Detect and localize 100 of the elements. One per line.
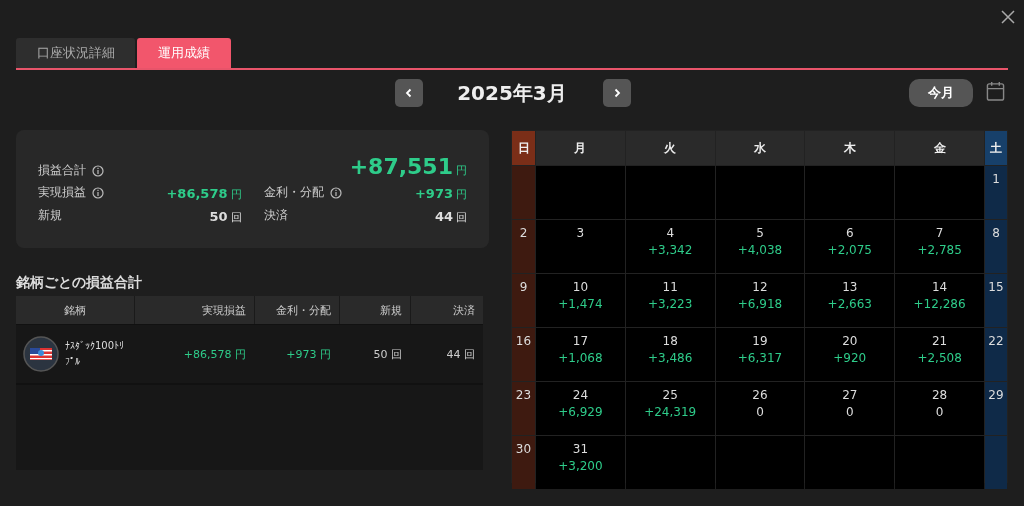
day-number: 3 bbox=[576, 226, 585, 240]
info-icon[interactable] bbox=[92, 186, 104, 199]
day-profit: 0 bbox=[756, 405, 764, 419]
unit: 回 bbox=[230, 211, 242, 224]
info-icon[interactable] bbox=[92, 164, 104, 177]
day-profit: +2,508 bbox=[917, 351, 962, 365]
calendar-cell[interactable]: 23 bbox=[512, 382, 535, 435]
calendar-icon[interactable] bbox=[986, 81, 1005, 102]
day-number: 16 bbox=[515, 334, 532, 348]
calendar-cell[interactable]: 25 +24,319 bbox=[625, 382, 715, 435]
calendar-cell[interactable]: 9 bbox=[512, 274, 535, 327]
day-number: 24 bbox=[572, 388, 589, 402]
day-number: 21 bbox=[931, 334, 948, 348]
chevron-right-icon bbox=[612, 88, 622, 98]
close-button[interactable] bbox=[1000, 9, 1016, 25]
calendar-cell[interactable]: 5 +4,038 bbox=[715, 220, 805, 273]
calendar-cell[interactable]: 12 +6,918 bbox=[715, 274, 805, 327]
calendar-cell[interactable]: 1 bbox=[985, 166, 1007, 219]
value: +973 bbox=[414, 186, 453, 201]
day-profit: +3,223 bbox=[648, 297, 693, 311]
calendar-cell[interactable]: 2 bbox=[512, 220, 535, 273]
day-profit: +920 bbox=[833, 351, 867, 365]
calendar-cell[interactable]: 4 +3,342 bbox=[625, 220, 715, 273]
day-profit: +2,663 bbox=[827, 297, 872, 311]
day-number: 19 bbox=[752, 334, 768, 348]
calendar-cell[interactable]: 7 +2,785 bbox=[895, 220, 984, 273]
value: 50 bbox=[209, 209, 228, 224]
calendar-cell[interactable]: 30 bbox=[512, 436, 535, 489]
calendar-cell[interactable]: 10 +1,474 bbox=[536, 274, 625, 327]
calendar-cell[interactable]: 26 0 bbox=[715, 382, 805, 435]
day-number: 31 bbox=[572, 442, 589, 456]
day-number: 4 bbox=[666, 226, 674, 240]
day-number: 7 bbox=[935, 226, 944, 240]
day-number: 27 bbox=[842, 388, 858, 402]
unit: 円 bbox=[456, 188, 467, 201]
flag-icon bbox=[23, 336, 59, 372]
day-profit: +1,068 bbox=[558, 351, 603, 365]
previous-month-button[interactable] bbox=[395, 79, 423, 107]
day-number: 20 bbox=[842, 334, 858, 348]
calendar-cell[interactable]: 19 +6,317 bbox=[715, 328, 805, 381]
symbol-name: ﾅｽﾀﾞｯｸ100ﾄﾘﾌﾟﾙ bbox=[65, 339, 126, 369]
calendar-cell[interactable]: 11 +3,223 bbox=[625, 274, 715, 327]
label: 実現損益 bbox=[38, 184, 86, 201]
calendar-cell[interactable]: 24 +6,929 bbox=[536, 382, 625, 435]
calendar-cell[interactable]: 3 bbox=[536, 220, 625, 273]
column-header: 実現損益 bbox=[134, 296, 254, 324]
weekday-header: 水 bbox=[715, 131, 805, 165]
day-profit: +3,200 bbox=[558, 459, 603, 473]
unit: 円 bbox=[456, 164, 467, 177]
calendar-cell[interactable]: 31 +3,200 bbox=[536, 436, 625, 489]
unit: 回 bbox=[456, 211, 467, 224]
calendar-cell[interactable]: 20 +920 bbox=[805, 328, 895, 381]
unit: 円 bbox=[230, 188, 242, 201]
info-icon[interactable] bbox=[329, 186, 342, 199]
day-number: 18 bbox=[662, 334, 678, 348]
calendar-cell[interactable]: 27 0 bbox=[805, 382, 895, 435]
calendar-cell[interactable]: 21 +2,508 bbox=[895, 328, 984, 381]
column-header: 決済 bbox=[410, 296, 483, 324]
day-profit: +2,785 bbox=[917, 243, 962, 257]
calendar-cell[interactable]: 6 +2,075 bbox=[805, 220, 895, 273]
calendar-cell[interactable]: 14 +12,286 bbox=[895, 274, 984, 327]
calendar-cell[interactable]: 28 0 bbox=[895, 382, 984, 435]
calendar-cell[interactable]: 17 +1,068 bbox=[536, 328, 625, 381]
day-number: 12 bbox=[752, 280, 768, 294]
day-profit: +1,474 bbox=[558, 297, 603, 311]
day-number: 23 bbox=[515, 388, 532, 402]
day-number: 30 bbox=[515, 442, 532, 456]
day-number: 28 bbox=[931, 388, 948, 402]
day-number: 22 bbox=[988, 334, 1004, 348]
calendar-cell[interactable]: 18 +3,486 bbox=[625, 328, 715, 381]
day-number: 8 bbox=[992, 226, 1000, 240]
day-profit: +12,286 bbox=[913, 297, 966, 311]
day-number: 25 bbox=[662, 388, 678, 402]
value: 44 bbox=[434, 209, 453, 224]
tab[interactable]: 口座状況詳細 bbox=[16, 38, 135, 68]
calendar-cell[interactable]: 8 bbox=[985, 220, 1007, 273]
day-profit: +3,486 bbox=[648, 351, 693, 365]
table-cell-text: +86,578 円 bbox=[182, 346, 247, 362]
day-profit: 0 bbox=[935, 405, 944, 419]
calendar-cell[interactable]: 22 bbox=[985, 328, 1007, 381]
chevron-left-icon bbox=[404, 88, 414, 98]
day-number: 10 bbox=[572, 280, 589, 294]
next-month-button[interactable] bbox=[603, 79, 631, 107]
column-header: 銘柄 bbox=[63, 302, 87, 319]
calendar-cell[interactable]: 29 bbox=[985, 382, 1007, 435]
calendar-cell[interactable]: 16 bbox=[512, 328, 535, 381]
day-number: 15 bbox=[988, 280, 1004, 294]
calendar-cell[interactable]: 13 +2,663 bbox=[805, 274, 895, 327]
this-month-button[interactable]: 今月 bbox=[909, 79, 973, 107]
column-header: 新規 bbox=[339, 296, 410, 324]
day-profit: +24,319 bbox=[644, 405, 697, 419]
day-profit: +3,342 bbox=[648, 243, 693, 257]
day-number: 29 bbox=[988, 388, 1004, 402]
label: 金利・分配 bbox=[263, 184, 324, 201]
label: 新規 bbox=[38, 207, 62, 224]
label: 決済 bbox=[263, 207, 288, 224]
weekday-header: 木 bbox=[805, 131, 895, 165]
day-number: 2 bbox=[519, 226, 528, 240]
column-header: 金利・分配 bbox=[254, 296, 339, 324]
calendar-cell[interactable]: 15 bbox=[985, 274, 1007, 327]
